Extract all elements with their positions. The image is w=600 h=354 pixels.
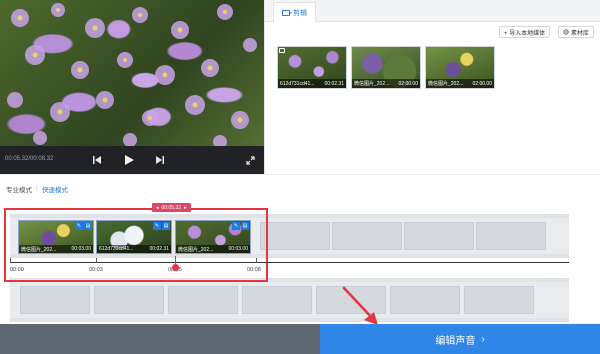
media-name: 612d731cd41... bbox=[280, 80, 315, 87]
media-thumbnails: 612d731cd41... 00:02.31 微信图片_202... 02:00.… bbox=[277, 46, 495, 89]
media-duration: 00:02.31 bbox=[324, 80, 344, 87]
edit-audio-button[interactable]: 编辑声音 › bbox=[320, 324, 600, 354]
video-editor: 00:05.32/00:08.32 剪辑 + 导入本地媒体 素材库 612d73… bbox=[0, 0, 600, 354]
time-ruler bbox=[10, 262, 569, 263]
material-library-button[interactable]: 素材库 bbox=[558, 26, 595, 38]
arrow-left-icon[interactable]: ◂ bbox=[156, 205, 159, 211]
bottom-bar: 编辑声音 › bbox=[0, 324, 600, 354]
annotation-arrow bbox=[342, 286, 378, 325]
media-name: 微信图片_202... bbox=[428, 81, 464, 87]
player-controls: 00:05.32/00:08.32 bbox=[0, 146, 264, 174]
mode-bar: 专业模式 | 快速模式 bbox=[0, 174, 600, 200]
tab-edit-label: 剪辑 bbox=[293, 9, 307, 17]
library-tabbar: 剪辑 bbox=[265, 0, 600, 22]
tick-label: 00:00 bbox=[10, 267, 24, 273]
pro-mode-tab[interactable]: 专业模式 bbox=[6, 184, 32, 194]
play-icon[interactable] bbox=[122, 153, 136, 167]
tab-edit[interactable]: 剪辑 bbox=[273, 2, 316, 22]
media-library: 剪辑 + 导入本地媒体 素材库 612d731cd41... 00:02.31 微… bbox=[264, 0, 600, 174]
playhead-handle[interactable] bbox=[172, 264, 179, 271]
tick-mark bbox=[10, 258, 11, 263]
media-item[interactable]: 微信图片_202... 02:00.00 bbox=[351, 46, 421, 89]
media-name: 微信图片_202... bbox=[354, 81, 390, 87]
selection-highlight bbox=[4, 208, 268, 282]
fast-mode-tab[interactable]: 快速模式 bbox=[42, 184, 68, 194]
tick-label: 00:03 bbox=[89, 267, 103, 273]
media-item[interactable]: 微信图片_202... 02:00.00 bbox=[425, 46, 495, 89]
video-icon bbox=[279, 48, 285, 53]
timeline: ✎ ▤ 微信图片_202... 00:03.00 ✎ ▤ 612d731cd41...… bbox=[0, 200, 600, 324]
tick-mark bbox=[256, 258, 257, 263]
gear-icon bbox=[563, 29, 569, 35]
material-library-label: 素材库 bbox=[571, 30, 590, 37]
edit-audio-label: 编辑声音 bbox=[435, 335, 476, 347]
media-item[interactable]: 612d731cd41... 00:02.31 bbox=[277, 46, 347, 89]
skip-next-icon[interactable] bbox=[153, 153, 167, 167]
skip-previous-icon[interactable] bbox=[90, 153, 104, 167]
tick-mark bbox=[96, 258, 97, 263]
mode-separator: | bbox=[36, 184, 38, 191]
tick-label: 00:08 bbox=[247, 267, 261, 273]
media-duration: 02:00.00 bbox=[472, 80, 492, 87]
bottom-bar-left bbox=[0, 324, 320, 354]
playhead-time: 00:05.32 bbox=[161, 204, 181, 211]
playback-time: 00:05.32/00:08.32 bbox=[5, 156, 54, 162]
media-duration: 02:00.00 bbox=[398, 80, 418, 87]
video-player: 00:05.32/00:08.32 bbox=[0, 0, 264, 174]
playhead-time-label: ◂ 00:05.32 ▸ bbox=[152, 203, 191, 212]
video-camera-icon bbox=[282, 9, 292, 16]
import-local-media-button[interactable]: + 导入本地媒体 bbox=[499, 26, 551, 38]
fullscreen-icon[interactable] bbox=[243, 153, 257, 167]
arrow-right-icon[interactable]: ▸ bbox=[184, 205, 187, 211]
chevron-right-icon: › bbox=[481, 333, 485, 345]
audio-track[interactable] bbox=[10, 278, 569, 322]
video-preview[interactable] bbox=[0, 0, 264, 146]
